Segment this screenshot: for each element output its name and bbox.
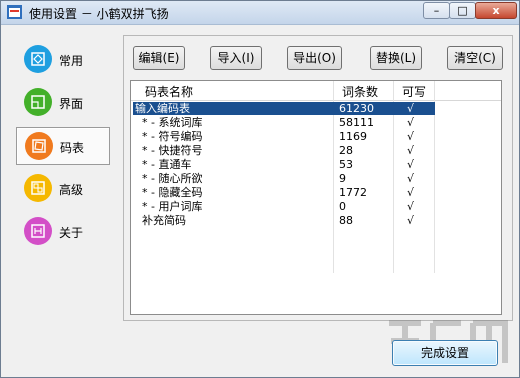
app-icon (7, 5, 22, 19)
sidebar-item-label: 码表 (60, 141, 85, 155)
export-button[interactable]: 导出(O) (287, 46, 342, 70)
row-writable: √ (407, 130, 415, 143)
maximize-button[interactable]: □ (449, 2, 476, 19)
table-row[interactable]: * - 系统词库 58111 √ (131, 116, 435, 129)
sidebar-item-label: 常用 (59, 54, 84, 68)
row-name: 补充简码 (135, 214, 186, 227)
window-title: 使用设置 － 小鹤双拼飞扬 (29, 7, 169, 21)
table-row[interactable]: * - 随心所欲 9 √ (131, 172, 435, 185)
row-name: * - 随心所欲 (135, 172, 203, 185)
row-count: 1169 (339, 130, 367, 143)
row-writable: √ (407, 116, 415, 129)
row-name: 输入编码表 (135, 102, 190, 115)
row-writable: √ (407, 186, 415, 199)
row-name: * - 符号编码 (135, 130, 203, 143)
row-name: * - 隐藏全码 (135, 186, 203, 199)
close-icon: x (492, 4, 500, 17)
row-writable: √ (407, 144, 415, 157)
sidebar: 常用 界面 码表 高级 关于 (10, 35, 113, 321)
row-writable: √ (407, 102, 415, 115)
row-count: 61230 (339, 102, 374, 115)
sidebar-item-label: 高级 (59, 183, 84, 197)
row-writable: √ (407, 200, 415, 213)
row-name: * - 用户词库 (135, 200, 203, 213)
row-count: 28 (339, 144, 353, 157)
list-header: 码表名称 词条数 可写 (131, 81, 501, 101)
close-button[interactable]: x (475, 2, 517, 19)
title-bar[interactable]: 使用设置 － 小鹤双拼飞扬 – □ x (1, 1, 519, 25)
table-row[interactable]: * - 符号编码 1169 √ (131, 130, 435, 143)
edit-button[interactable]: 编辑(E) (133, 46, 185, 70)
row-writable: √ (407, 214, 415, 227)
finish-settings-button[interactable]: 完成设置 (392, 340, 498, 366)
table-row[interactable]: * - 用户词库 0 √ (131, 200, 435, 213)
maximize-icon: □ (457, 4, 468, 17)
row-name: * - 系统词库 (135, 116, 203, 129)
table-row[interactable]: * - 直通车 53 √ (131, 158, 435, 171)
row-writable: √ (407, 158, 415, 171)
table-row[interactable]: 补充简码 88 √ (131, 214, 435, 227)
sidebar-item-codetable[interactable]: 码表 (16, 127, 110, 165)
sidebar-item-label: 界面 (59, 97, 84, 111)
column-header-writable[interactable]: 可写 (402, 83, 426, 100)
table-row[interactable]: 输入编码表 61230 √ (131, 102, 435, 115)
row-count: 1772 (339, 186, 367, 199)
rotated-square-icon (25, 132, 53, 160)
import-button[interactable]: 导入(I) (210, 46, 262, 70)
minimize-button[interactable]: – (423, 2, 450, 19)
sidebar-item-interface[interactable]: 界面 (16, 84, 110, 122)
sidebar-item-label: 关于 (59, 226, 84, 240)
row-count: 88 (339, 214, 353, 227)
row-name: * - 直通车 (135, 158, 192, 171)
sidebar-item-about[interactable]: 关于 (16, 213, 110, 251)
grid-squares-icon (24, 174, 52, 202)
row-count: 58111 (339, 116, 374, 129)
table-row[interactable]: * - 隐藏全码 1772 √ (131, 186, 435, 199)
table-row[interactable]: * - 快捷符号 28 √ (131, 144, 435, 157)
settings-window: 使用设置 － 小鹤双拼飞扬 – □ x 常用 界面 码表 高级 关于 编辑(E)… (0, 0, 520, 378)
sidebar-item-common[interactable]: 常用 (16, 41, 110, 79)
row-count: 53 (339, 158, 353, 171)
h-square-icon (24, 217, 52, 245)
row-count: 9 (339, 172, 346, 185)
minimize-icon: – (433, 4, 440, 17)
layout-square-icon (24, 88, 52, 116)
row-name: * - 快捷符号 (135, 144, 203, 157)
codetable-panel: 编辑(E) 导入(I) 导出(O) 替换(L) 清空(C) 码表名称 词条数 可… (123, 35, 513, 321)
row-count: 0 (339, 200, 346, 213)
diamond-square-icon (24, 45, 52, 73)
column-header-name[interactable]: 码表名称 (145, 83, 193, 100)
replace-button[interactable]: 替换(L) (370, 46, 422, 70)
clear-button[interactable]: 清空(C) (447, 46, 503, 70)
sidebar-item-advanced[interactable]: 高级 (16, 170, 110, 208)
row-writable: √ (407, 172, 415, 185)
column-header-count[interactable]: 词条数 (342, 83, 378, 100)
codetable-list[interactable]: 码表名称 词条数 可写 输入编码表 61230 √ * - 系统词库 58111… (130, 80, 502, 315)
